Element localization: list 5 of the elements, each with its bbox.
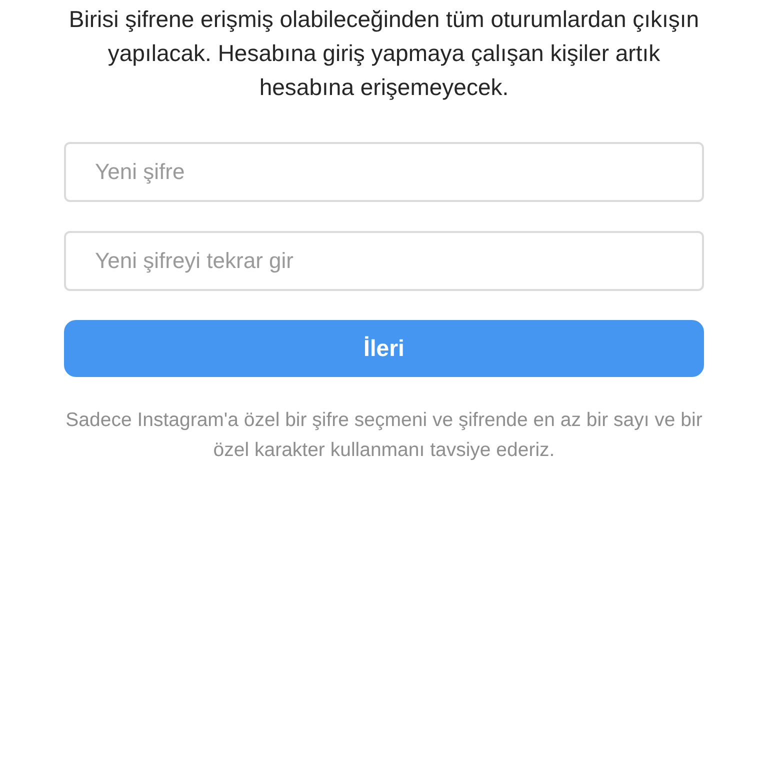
info-message: Birisi şifrene erişmiş olabileceğinden tüm oturumlardan çıkışın yapılacak. Hesabına giriş yapmaya çalışan kişiler artık hesabına erişemeyecek. [68,5,700,102]
password-field[interactable]: Yeni şifre [64,142,704,202]
password-field[interactable]: Yeni şifreyi tekrar gir [64,231,704,291]
next-button[interactable]: İleri [64,320,704,377]
password-hint: Sadece Instagram'a özel bir şifre seçmeni ve şifrende en az bir sayı ve bir özel karakter kullanmanı tavsiye ederiz. [64,408,704,463]
